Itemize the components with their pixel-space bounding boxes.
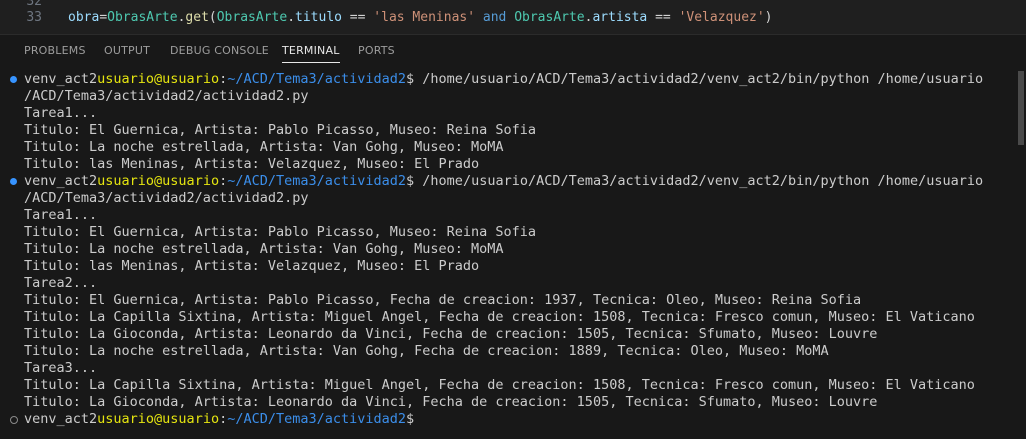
tab-debug-console[interactable]: DEBUG CONSOLE [170,35,269,67]
code-token: ObrasArte [216,10,288,25]
prompt-separator: : [219,411,228,427]
output-text: Titulo: El Guernica, Artista: Pablo Pica… [24,292,862,308]
terminal-line: Titulo: La Capilla Sixtina, Artista: Mig… [24,377,975,394]
code-token: get [185,10,209,25]
terminal-line: Titulo: La noche estrellada, Artista: Va… [24,241,504,258]
panel-tab-bar: PROBLEMS OUTPUT DEBUG CONSOLE TERMINAL PORTS [0,35,1026,67]
tab-terminal[interactable]: TERMINAL [282,35,340,67]
output-text: Titulo: La Capilla Sixtina, Artista: Mig… [24,377,975,393]
prompt-user-host: usuario@usuario [97,411,220,427]
tab-problems[interactable]: PROBLEMS [24,35,86,67]
code-token: == [647,10,679,25]
terminal-line: Tarea2... [24,275,97,292]
command-decoration-icon[interactable] [10,76,17,83]
code-token: obra [68,10,100,25]
command-text-continued: /ACD/Tema3/actividad2/actividad2.py [24,190,309,206]
tab-output[interactable]: OUTPUT [104,35,150,67]
code-token: ObrasArte [514,10,585,25]
output-text: Titulo: La Gioconda, Artista: Leonardo d… [24,394,878,410]
output-text: Titulo: El Guernica, Artista: Pablo Pica… [24,224,537,240]
code-token: ObrasArte [107,10,178,25]
terminal-line: Titulo: El Guernica, Artista: Pablo Pica… [24,122,536,139]
output-text: Titulo: La noche estrellada, Artista: Va… [24,343,829,359]
terminal-line: Tarea1... [24,105,97,122]
command-text: /home/usuario/ACD/Tema3/actividad2/venv_… [414,173,984,189]
terminal-scrollbar[interactable] [1018,71,1024,437]
prompt-symbol: $ [406,71,415,87]
code-token: == [341,10,374,25]
code-token: 'las Meninas' [373,10,476,25]
terminal-view[interactable]: venv_act2usuario@usuario:~/ACD/Tema3/act… [0,71,1018,437]
terminal-line: Titulo: La Gioconda, Artista: Leonardo d… [24,394,877,411]
code-editor[interactable]: 32 33 obra=ObrasArte.get(ObrasArte.titulo … [0,0,1026,34]
output-text: Titulo: La noche estrellada, Artista: Va… [24,241,504,257]
code-text: obra=ObrasArte.get(ObrasArte.titulo == '… [68,9,773,27]
output-text: Tarea1... [24,105,98,121]
code-token: ) [764,10,773,25]
command-pending-icon[interactable] [10,416,18,424]
terminal-line: Titulo: La noche estrellada, Artista: Va… [24,343,829,360]
output-text: Tarea3... [24,360,98,376]
prompt-env: venv_act2 [24,173,98,189]
tab-ports[interactable]: PORTS [358,35,395,67]
prompt-env: venv_act2 [24,71,98,87]
output-text: Titulo: las Meninas, Artista: Velazquez,… [24,156,480,172]
terminal-line: Titulo: La Capilla Sixtina, Artista: Mig… [24,309,975,326]
bottom-panel: PROBLEMS OUTPUT DEBUG CONSOLE TERMINAL PORTS… [0,34,1026,439]
terminal-line: Titulo: La Gioconda, Artista: Leonardo d… [24,326,877,343]
output-text: Titulo: La Capilla Sixtina, Artista: Mig… [24,309,975,325]
code-token: 'Velazquez' [678,10,765,25]
output-text: Tarea2... [24,275,98,291]
terminal-line: Titulo: El Guernica, Artista: Pablo Pica… [24,292,861,309]
code-token: = [99,10,108,25]
scrollbar-thumb[interactable] [1018,71,1024,145]
output-text: Tarea1... [24,207,98,223]
terminal-line: Titulo: El Guernica, Artista: Pablo Pica… [24,224,536,241]
terminal-line: Titulo: las Meninas, Artista: Velazquez,… [24,258,479,275]
prompt-path: ~/ACD/Tema3/actividad2 [227,411,407,427]
prompt-path: ~/ACD/Tema3/actividad2 [227,71,407,87]
output-text: Titulo: El Guernica, Artista: Pablo Pica… [24,122,537,138]
code-token: artista [592,10,648,25]
output-text: Titulo: La noche estrellada, Artista: Va… [24,139,504,155]
code-line: 33 obra=ObrasArte.get(ObrasArte.titulo ==… [0,9,1026,27]
terminal-line: Tarea3... [24,360,97,377]
line-number: 33 [26,10,42,25]
prompt-symbol: $ [406,411,415,427]
prompt-user-host: usuario@usuario [97,173,220,189]
terminal-line: Titulo: La noche estrellada, Artista: Va… [24,139,504,156]
output-text: Titulo: las Meninas, Artista: Velazquez,… [24,258,480,274]
code-token: and [475,10,515,25]
code-token: . [287,10,296,25]
prompt-path: ~/ACD/Tema3/actividad2 [227,173,407,189]
terminal-line: venv_act2usuario@usuario:~/ACD/Tema3/act… [24,173,983,190]
prompt-separator: : [219,71,228,87]
command-text-continued: /ACD/Tema3/actividad2/actividad2.py [24,88,309,104]
command-text: /home/usuario/ACD/Tema3/actividad2/venv_… [414,71,984,87]
prompt-user-host: usuario@usuario [97,71,220,87]
prompt-separator: : [219,173,228,189]
terminal-line: Titulo: las Meninas, Artista: Velazquez,… [24,156,479,173]
code-token: titulo [295,10,342,25]
terminal-line: venv_act2usuario@usuario:~/ACD/Tema3/act… [24,71,983,88]
terminal-line: Tarea1... [24,207,97,224]
code-token: ( [208,10,217,25]
terminal-line: /ACD/Tema3/actividad2/actividad2.py [24,190,308,207]
terminal-line: venv_act2usuario@usuario:~/ACD/Tema3/act… [24,411,414,428]
output-text: Titulo: La Gioconda, Artista: Leonardo d… [24,326,878,342]
command-decoration-icon[interactable] [10,178,17,185]
prompt-env: venv_act2 [24,411,98,427]
prompt-symbol: $ [406,173,415,189]
terminal-line: /ACD/Tema3/actividad2/actividad2.py [24,88,308,105]
